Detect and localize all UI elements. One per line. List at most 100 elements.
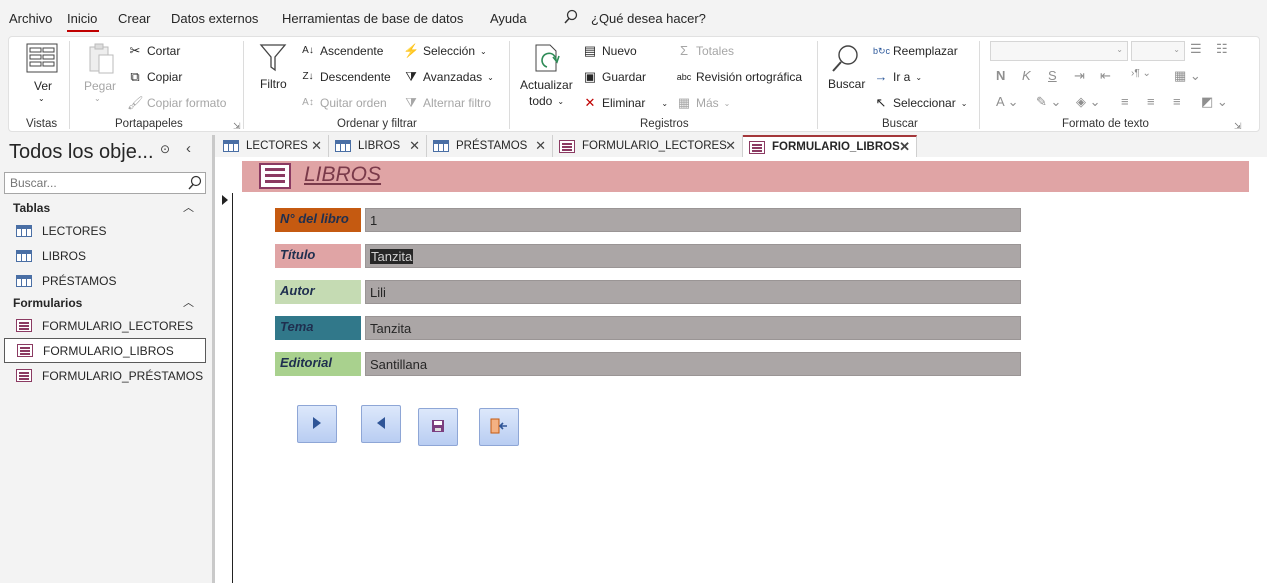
tab-formulario-libros[interactable]: FORMULARIO_LIBROS ✕	[743, 135, 917, 157]
menu-herramientas[interactable]: Herramientas de base de datos	[282, 11, 463, 26]
close-form-button[interactable]	[479, 408, 519, 446]
chevron-up-icon[interactable]: ︿	[183, 294, 194, 310]
menu-ayuda[interactable]: Ayuda	[490, 11, 527, 26]
decrease-indent-icon[interactable]: ⇤	[1100, 68, 1111, 84]
copiar-formato-button[interactable]: 🖌 Copiar formato	[127, 95, 226, 111]
paste-icon[interactable]	[87, 43, 117, 78]
nav-pane-title[interactable]: Todos los obje...	[9, 141, 154, 164]
menu-archivo[interactable]: Archivo	[9, 11, 52, 26]
align-right-icon[interactable]: ≡	[1173, 94, 1181, 109]
reemplazar-button[interactable]: b↻c Reemplazar	[873, 43, 958, 59]
italic-button[interactable]: K	[1022, 68, 1031, 83]
seleccionar-button[interactable]: ↖ Seleccionar ⌄	[873, 95, 968, 111]
tab-label: LECTORES	[246, 140, 308, 152]
field-tema[interactable]: Tanzita	[365, 316, 1021, 340]
menu-inicio[interactable]: Inicio	[67, 11, 97, 26]
eliminar-button[interactable]: ✕ Eliminar ⌄	[582, 95, 669, 111]
pegar-button[interactable]: Pegar	[84, 79, 116, 93]
underline-button[interactable]: S	[1048, 68, 1057, 83]
field-autor[interactable]: Lili	[365, 280, 1021, 304]
alternar-filtro-button[interactable]: ⧩ Alternar filtro	[403, 95, 491, 111]
revision-button[interactable]: abc Revisión ortográfica	[676, 69, 802, 85]
nav-item-formulario-prestamos[interactable]: FORMULARIO_PRÉSTAMOS	[4, 363, 206, 388]
filter-icon[interactable]	[259, 43, 287, 76]
nav-item-libros[interactable]: LIBROS	[4, 243, 206, 268]
field-editorial[interactable]: Santillana	[365, 352, 1021, 376]
quitar-orden-button[interactable]: A↕ Quitar orden	[300, 95, 387, 111]
field-numero-libro[interactable]: 1	[365, 208, 1021, 232]
ascendente-button[interactable]: A↓ Ascendente	[300, 43, 383, 59]
dialog-launcher-icon[interactable]: ⇲	[233, 121, 241, 132]
fill-color-icon[interactable]: ◈ ⌄	[1076, 94, 1101, 110]
close-icon[interactable]: ✕	[311, 138, 322, 154]
totales-button[interactable]: Σ Totales	[676, 43, 734, 59]
next-record-button[interactable]	[297, 405, 337, 443]
tell-me-input[interactable]: ¿Qué desea hacer?	[591, 11, 706, 26]
nav-item-formulario-lectores[interactable]: FORMULARIO_LECTORES	[4, 313, 206, 338]
refresh-all-icon[interactable]	[533, 43, 563, 78]
avanzadas-button[interactable]: ⧩ Avanzadas ⌄	[403, 69, 494, 85]
copiar-button[interactable]: ⧉ Copiar	[127, 69, 182, 85]
collapse-pane-icon[interactable]: ‹	[186, 140, 191, 157]
nav-item-lectores[interactable]: LECTORES	[4, 218, 206, 243]
guardar-button[interactable]: ▣ Guardar	[582, 69, 646, 85]
chevron-down-icon[interactable]: ⌄	[94, 94, 101, 103]
nav-section-tablas[interactable]: Tablas	[13, 201, 50, 215]
highlight-color-icon[interactable]: ✎ ⌄	[1036, 94, 1061, 110]
chevron-down-icon: ⌄	[487, 72, 494, 82]
actualizar-button[interactable]: Actualizar	[520, 78, 573, 92]
lightbulb-search-icon[interactable]	[563, 9, 579, 28]
menu-crear[interactable]: Crear	[118, 11, 151, 26]
actualizar-todo-button[interactable]: todo ⌄	[529, 94, 564, 108]
record-selector[interactable]	[215, 193, 233, 583]
buscar-button[interactable]: Buscar	[828, 77, 865, 91]
align-center-icon[interactable]: ≡	[1147, 94, 1155, 109]
chevron-down-icon[interactable]: ⌄	[38, 94, 45, 103]
nav-item-prestamos[interactable]: PRÉSTAMOS	[4, 268, 206, 293]
descendente-button[interactable]: Z↓ Descendente	[300, 69, 390, 85]
increase-indent-icon[interactable]: ⇥	[1074, 68, 1085, 84]
close-icon[interactable]: ✕	[409, 138, 420, 154]
dialog-launcher-icon[interactable]: ⇲	[1234, 121, 1242, 132]
previous-record-button[interactable]	[361, 405, 401, 443]
bullets-icon[interactable]: ☰	[1190, 41, 1202, 57]
gridlines-icon[interactable]: ▦ ⌄	[1174, 68, 1201, 84]
tab-lectores[interactable]: LECTORES ✕	[217, 135, 329, 157]
bold-button[interactable]: N	[996, 68, 1005, 83]
field-titulo[interactable]: Tanzita	[365, 244, 1021, 268]
nav-options-icon[interactable]: ⊙	[160, 142, 170, 156]
nav-section-formularios[interactable]: Formularios	[13, 296, 82, 310]
ver-button[interactable]: Ver	[34, 79, 52, 93]
close-icon[interactable]: ✕	[725, 138, 736, 154]
nav-search-input[interactable]	[5, 173, 185, 193]
search-icon[interactable]	[187, 175, 203, 194]
reemplazar-label: Reemplazar	[893, 44, 958, 58]
current-record-icon	[222, 195, 228, 205]
font-name-combo[interactable]: ⌄	[990, 41, 1128, 61]
chevron-up-icon[interactable]: ︿	[183, 199, 194, 215]
tab-prestamos[interactable]: PRÉSTAMOS ✕	[427, 135, 553, 157]
save-record-button[interactable]	[418, 408, 458, 446]
nuevo-button[interactable]: ▤ Nuevo	[582, 43, 637, 59]
seleccionar-label: Seleccionar	[893, 96, 956, 110]
close-icon[interactable]: ✕	[535, 138, 546, 154]
alternate-row-color-icon[interactable]: ◩ ⌄	[1201, 94, 1228, 110]
mas-button[interactable]: ▦ Más ⌄	[676, 95, 731, 111]
ir-a-button[interactable]: → Ir a ⌄	[873, 69, 923, 85]
seleccion-button[interactable]: ⚡ Selección ⌄	[403, 43, 487, 59]
view-icon[interactable]	[26, 43, 58, 76]
align-left-icon[interactable]: ≡	[1121, 94, 1129, 109]
tab-label: PRÉSTAMOS	[456, 140, 528, 152]
paragraph-direction-icon[interactable]: ›¶ ⌄	[1131, 68, 1151, 79]
filtro-button[interactable]: Filtro	[260, 77, 287, 91]
close-icon[interactable]: ✕	[899, 139, 910, 155]
tab-libros[interactable]: LIBROS ✕	[329, 135, 427, 157]
cortar-button[interactable]: ✂ Cortar	[127, 43, 181, 59]
nav-item-formulario-libros[interactable]: FORMULARIO_LIBROS	[4, 338, 206, 363]
font-size-combo[interactable]: ⌄	[1131, 41, 1185, 61]
font-color-icon[interactable]: A ⌄	[996, 94, 1018, 110]
tab-formulario-lectores[interactable]: FORMULARIO_LECTORES ✕	[553, 135, 743, 157]
menu-datos-externos[interactable]: Datos externos	[171, 11, 258, 26]
numbering-icon[interactable]: ☷	[1216, 41, 1228, 57]
search-icon[interactable]	[831, 43, 861, 76]
